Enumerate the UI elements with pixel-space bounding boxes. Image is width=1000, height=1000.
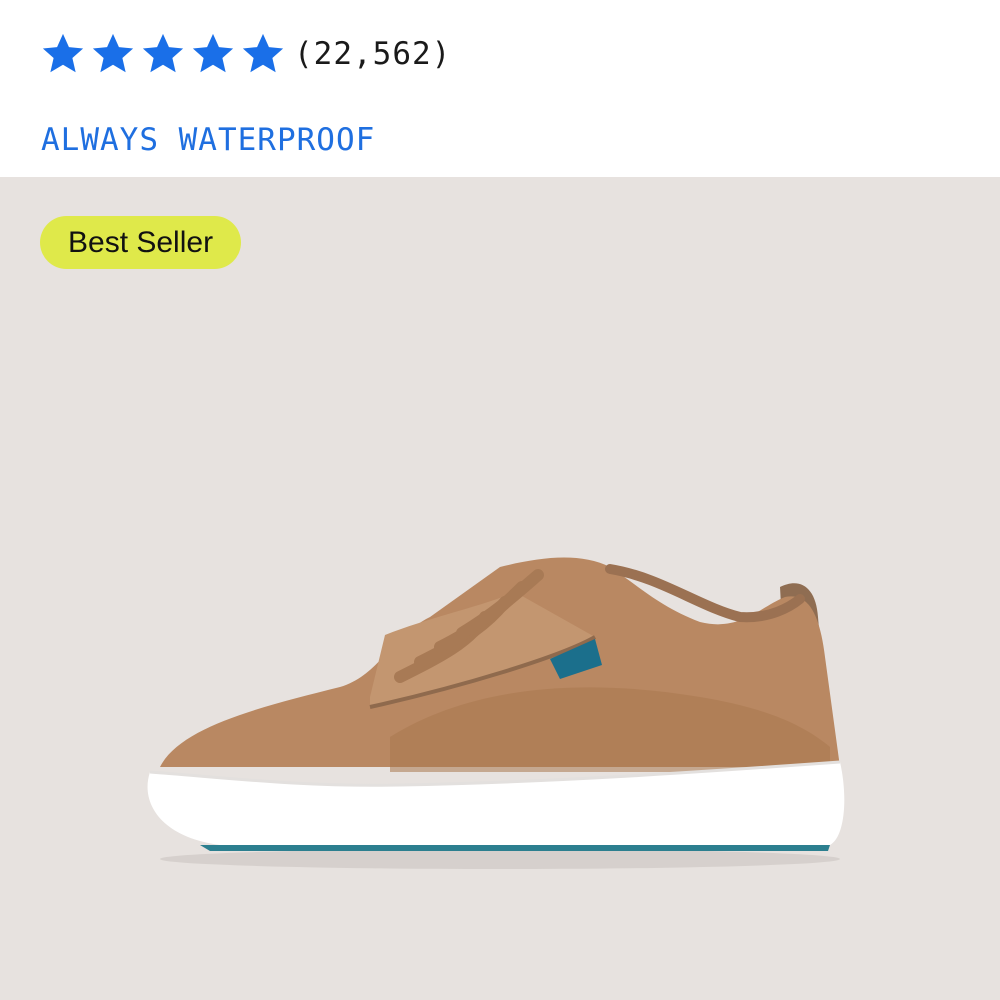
shoe-illustration [147,557,845,869]
review-count[interactable]: (22,562) [294,36,451,72]
rating-row[interactable]: (22,562) [40,28,451,80]
star-icon [242,33,284,73]
star-icon [92,33,134,73]
product-image[interactable]: Best Seller [0,177,1000,1000]
star-icon [42,33,84,73]
product-card[interactable]: (22,562) ALWAYS WATERPROOF Best Seller [0,0,1000,1000]
product-tagline: ALWAYS WATERPROOF [41,122,376,158]
star-icon [142,33,184,73]
star-rating [40,31,286,77]
best-seller-badge: Best Seller [40,216,242,269]
star-icon [192,33,234,73]
